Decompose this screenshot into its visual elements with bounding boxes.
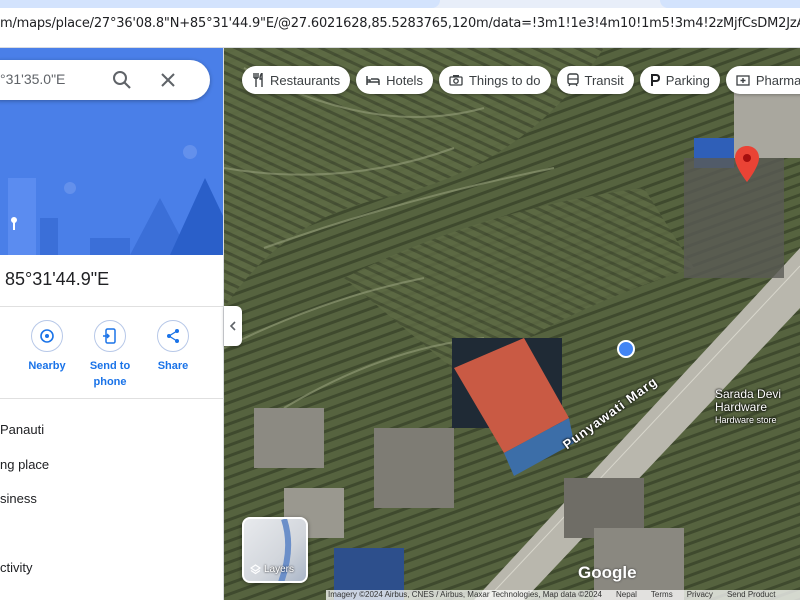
- search-icon[interactable]: [112, 70, 132, 90]
- chip-hotels[interactable]: Hotels: [356, 66, 433, 94]
- divider: [0, 306, 223, 307]
- chip-things-to-do[interactable]: Things to do: [438, 66, 551, 94]
- pharmacy-icon: [736, 75, 750, 86]
- google-logo: Google: [578, 563, 637, 582]
- layers-label-wrap: Layers: [250, 564, 294, 575]
- location-pin-icon[interactable]: [735, 146, 759, 187]
- chip-transit[interactable]: Transit: [556, 66, 634, 94]
- poi-category: Hardware store: [715, 415, 777, 425]
- chip-label: Pharmacies: [755, 72, 800, 88]
- chip-label: Hotels: [386, 72, 423, 88]
- poi-label[interactable]: Sarada Devi Hardware Hardware store: [715, 388, 800, 427]
- place-side-panel: °31'35.0"E 85°31'44.9"E Nearby Send to p…: [0, 48, 224, 600]
- url-text[interactable]: m/maps/place/27°36'08.8"N+85°31'44.9"E/@…: [0, 16, 800, 31]
- chevron-left-icon: [229, 321, 236, 331]
- active-tab[interactable]: [0, 0, 440, 8]
- layers-icon: [250, 564, 261, 575]
- lock-icon[interactable]: [617, 340, 635, 358]
- privacy-link[interactable]: Privacy: [687, 590, 713, 602]
- imagery-credit: Imagery ©2024 Airbus, CNES / Airbus, Max…: [328, 590, 603, 599]
- chip-label: Parking: [665, 72, 710, 88]
- nearby-button[interactable]: Nearby: [22, 320, 72, 374]
- attribution-bar: Imagery ©2024 Airbus, CNES / Airbus, Max…: [326, 590, 800, 602]
- nearby-icon: [31, 320, 63, 352]
- parking-icon: [650, 74, 660, 86]
- send-to-phone-button[interactable]: Send to phone: [85, 320, 135, 390]
- terms-link[interactable]: Terms: [651, 590, 673, 602]
- category-chips: Restaurants Hotels Things to do Transit …: [242, 66, 800, 94]
- layers-button[interactable]: Layers: [242, 517, 308, 583]
- place-title: 85°31'44.9"E: [5, 269, 110, 289]
- share-label: Share: [157, 360, 189, 372]
- satellite-imagery: [224, 48, 800, 600]
- collapse-panel-button[interactable]: [224, 306, 242, 346]
- browser-tab[interactable]: [660, 0, 800, 8]
- info-row-locality[interactable]: Panauti: [0, 422, 44, 437]
- poi-name: Sarada Devi Hardware: [715, 387, 782, 414]
- chip-label: Transit: [584, 72, 624, 88]
- satellite-map[interactable]: Sarada Devi Hardware Hardware store: [224, 48, 800, 600]
- info-row-add-business[interactable]: siness: [0, 491, 37, 506]
- chip-restaurants[interactable]: Restaurants: [242, 66, 351, 94]
- chip-pharmacies[interactable]: Pharmacies: [725, 66, 800, 94]
- layers-label: Layers: [264, 564, 295, 575]
- send-to-phone-icon: [94, 320, 126, 352]
- feedback-link[interactable]: Send Product: [727, 590, 775, 602]
- divider: [0, 398, 223, 399]
- search-input[interactable]: °31'35.0"E: [0, 71, 65, 87]
- close-icon[interactable]: [158, 70, 178, 90]
- send-to-phone-label: Send to phone: [89, 360, 131, 388]
- region-link[interactable]: Nepal: [616, 590, 637, 602]
- chip-label: Things to do: [468, 72, 541, 88]
- chip-label: Restaurants: [270, 72, 341, 88]
- restaurant-icon: [253, 73, 263, 87]
- browser-address-bar: m/maps/place/27°36'08.8"N+85°31'44.9"E/@…: [0, 0, 800, 48]
- camera-icon: [449, 75, 463, 86]
- transit-icon: [566, 73, 579, 87]
- search-box[interactable]: °31'35.0"E: [0, 60, 210, 100]
- share-button[interactable]: Share: [148, 320, 198, 374]
- hero-illustration: °31'35.0"E: [0, 48, 223, 255]
- chip-parking[interactable]: Parking: [639, 66, 720, 94]
- info-row-add-place[interactable]: ng place: [0, 457, 49, 472]
- share-icon: [157, 320, 189, 352]
- info-row-activity[interactable]: ctivity: [0, 560, 33, 575]
- nearby-label: Nearby: [28, 360, 66, 372]
- hotel-icon: [366, 76, 380, 85]
